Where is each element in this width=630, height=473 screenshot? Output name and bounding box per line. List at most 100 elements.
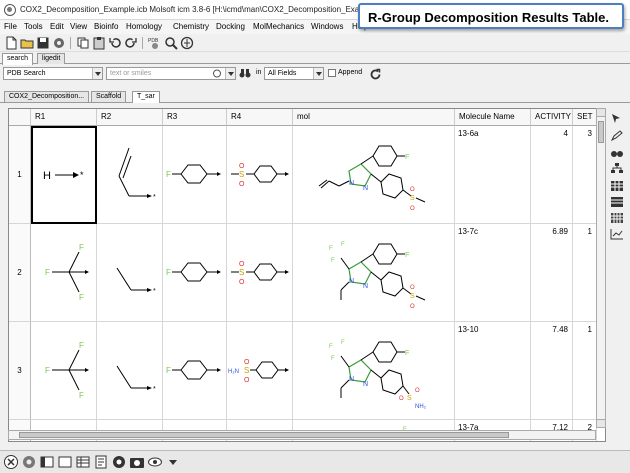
paste-icon[interactable] <box>92 36 106 50</box>
r2-cell[interactable]: * <box>97 224 163 322</box>
vertical-scrollbar[interactable] <box>596 108 606 428</box>
scroll-down-arrow-icon[interactable] <box>597 419 605 427</box>
hierarchy-tree-icon[interactable] <box>610 162 624 174</box>
column-header-activity[interactable]: ACTIVITY <box>531 109 573 126</box>
redo-icon[interactable] <box>124 36 138 50</box>
close-circle-icon[interactable] <box>3 454 19 470</box>
scroll-thumb[interactable] <box>598 121 604 143</box>
search-source-select[interactable]: PDB Search <box>3 67 103 80</box>
search-field-select[interactable]: All Fields <box>264 67 324 80</box>
new-file-icon[interactable] <box>4 36 18 50</box>
menu-chemistry[interactable]: Chemistry <box>173 22 209 31</box>
tab-t-sar[interactable]: T_sar <box>132 91 160 103</box>
molecule-structure-13-10: N N F F F F S O O NH₂ <box>329 340 427 410</box>
panel-layout-icon[interactable] <box>39 454 55 470</box>
binoculars-search-icon[interactable] <box>239 68 251 79</box>
row-number[interactable]: 3 <box>9 322 31 420</box>
r2-cell[interactable]: * <box>97 322 163 420</box>
tab-search[interactable]: search <box>2 53 34 65</box>
copy-icon[interactable] <box>76 36 90 50</box>
molecule-name-cell[interactable]: 13-6a <box>455 126 531 224</box>
chevron-down-icon[interactable] <box>225 68 235 79</box>
edit-pencil-icon[interactable] <box>610 130 624 142</box>
bottom-toolbar <box>0 450 630 473</box>
row-number[interactable]: 2 <box>9 224 31 322</box>
row-number[interactable]: 1 <box>9 126 31 224</box>
gear-icon[interactable] <box>21 454 37 470</box>
r3-cell[interactable]: F <box>163 322 227 420</box>
menu-file[interactable]: File <box>4 22 17 31</box>
record-icon[interactable] <box>111 454 127 470</box>
column-header-molecule-name[interactable]: Molecule Name <box>455 109 531 126</box>
molecule-name-cell[interactable]: 13-10 <box>455 322 531 420</box>
window-icon[interactable] <box>57 454 73 470</box>
mol-cell[interactable]: N N F F F F S O O <box>293 224 455 322</box>
horizontal-scrollbar[interactable] <box>8 430 596 440</box>
set-cell[interactable]: 1 <box>573 224 597 322</box>
menu-docking[interactable]: Docking <box>216 22 245 31</box>
activity-cell[interactable]: 4 <box>531 126 573 224</box>
web-link-icon[interactable] <box>180 36 194 50</box>
document-icon[interactable] <box>93 454 109 470</box>
refresh-icon[interactable] <box>368 67 383 82</box>
spreadsheet-icon[interactable] <box>75 454 91 470</box>
eye-icon[interactable] <box>147 454 163 470</box>
pointer-arrow-icon[interactable] <box>610 112 624 124</box>
pdb-icon[interactable]: PDB <box>148 36 162 50</box>
r1-structure-h: H * <box>43 170 84 182</box>
tab-ligedit[interactable]: ligedit <box>37 53 66 64</box>
menu-dropdown-icon[interactable] <box>165 454 181 470</box>
r4-cell[interactable]: H₂N S O O <box>227 322 293 420</box>
menu-homology[interactable]: Homology <box>126 22 162 31</box>
tab-scaffold[interactable]: Scaffold <box>91 91 127 102</box>
r1-cell[interactable]: F F F <box>31 322 97 420</box>
table-view-icon[interactable] <box>610 212 624 224</box>
menu-view[interactable]: View <box>70 22 87 31</box>
menu-windows[interactable]: Windows <box>311 22 343 31</box>
open-folder-icon[interactable] <box>20 36 34 50</box>
column-header-set[interactable]: SET <box>573 109 597 126</box>
set-cell[interactable]: 3 <box>573 126 597 224</box>
list-view-icon[interactable] <box>610 196 624 208</box>
nitrogen-label: N <box>363 185 368 192</box>
mol-cell[interactable]: N N F F F F S O O NH₂ <box>293 322 455 420</box>
menu-edit[interactable]: Edit <box>50 22 64 31</box>
undo-icon[interactable] <box>108 36 122 50</box>
chevron-down-icon[interactable] <box>313 68 323 79</box>
r3-cell[interactable]: F <box>163 126 227 224</box>
r4-cell[interactable]: S O O <box>227 126 293 224</box>
activity-cell[interactable]: 7.48 <box>531 322 573 420</box>
scroll-up-arrow-icon[interactable] <box>597 109 605 117</box>
line-chart-icon[interactable] <box>610 228 624 240</box>
column-header-r1[interactable]: R1 <box>31 109 97 126</box>
column-header-r4[interactable]: R4 <box>227 109 293 126</box>
binoculars-find-icon[interactable] <box>610 146 624 158</box>
r1-cell[interactable]: H * <box>31 126 97 224</box>
r4-cell[interactable]: S O O <box>227 224 293 322</box>
search-molecule-icon[interactable] <box>164 36 178 50</box>
menu-molmechanics[interactable]: MolMechanics <box>253 22 304 31</box>
column-header-r2[interactable]: R2 <box>97 109 163 126</box>
chevron-down-icon[interactable] <box>92 68 102 79</box>
r3-cell[interactable]: F <box>163 224 227 322</box>
r1-cell[interactable]: F F F <box>31 224 97 322</box>
column-header-r3[interactable]: R3 <box>163 109 227 126</box>
grid-view-icon[interactable] <box>610 180 624 192</box>
camera-icon[interactable] <box>129 454 145 470</box>
activity-cell[interactable]: 6.89 <box>531 224 573 322</box>
tab-cox2-decomposition[interactable]: COX2_Decomposition... <box>4 91 90 102</box>
oxygen-label: O <box>239 181 245 188</box>
r2-cell[interactable]: * <box>97 126 163 224</box>
column-header-mol[interactable]: mol <box>293 109 455 126</box>
set-cell[interactable]: 1 <box>573 322 597 420</box>
menu-tools[interactable]: Tools <box>24 22 43 31</box>
molecule-name-cell[interactable]: 13-7c <box>455 224 531 322</box>
scroll-thumb[interactable] <box>19 432 509 438</box>
append-checkbox[interactable] <box>328 69 336 77</box>
menu-bioinfo[interactable]: Bioinfo <box>94 22 118 31</box>
clear-history-icon[interactable] <box>212 69 222 78</box>
molecule-structure-13-7c: N N F F F F S O O <box>329 242 426 310</box>
mol-cell[interactable]: N N F S O O <box>293 126 455 224</box>
save-icon[interactable] <box>36 36 50 50</box>
settings-gear-icon[interactable] <box>52 36 66 50</box>
